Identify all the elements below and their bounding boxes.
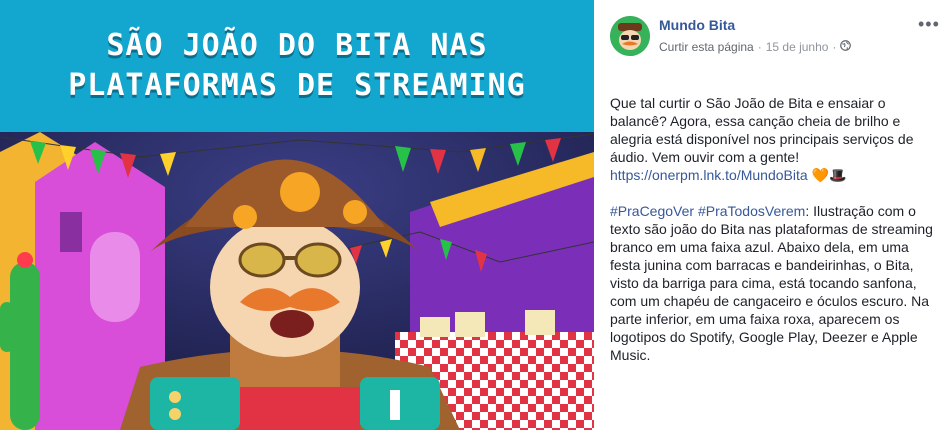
paragraph-2-text: : Ilustração com o texto são joão do Bit… [610,203,933,363]
more-options-icon[interactable]: ••• [918,14,940,35]
paragraph-1-text: Que tal curtir o São João de Bita e ensa… [610,95,914,165]
meta-separator: · [757,40,762,54]
post-date-link[interactable]: 15 de junho [766,40,829,54]
like-page-link[interactable]: Curtir esta página [659,40,754,54]
facebook-post: SÃO JOÃO DO BITA NAS PLATAFORMAS DE STRE… [0,0,952,430]
banner-title-line-2: PLATAFORMAS DE STREAMING [68,68,526,103]
globe-icon[interactable] [840,40,852,54]
onerpm-link[interactable]: https://onerpm.lnk.to/MundoBita [610,167,808,183]
meta-separator-2: · [832,40,837,54]
post-image[interactable]: SÃO JOÃO DO BITA NAS PLATAFORMAS DE STRE… [0,0,594,430]
title-banner: SÃO JOÃO DO BITA NAS PLATAFORMAS DE STRE… [0,0,594,132]
hashtag-pracegover[interactable]: #PraCegoVer [610,203,694,219]
avatar-image [610,16,650,56]
heart-and-hat-emojis: 🧡🎩 [811,167,847,183]
post-body: Que tal curtir o São João de Bita e ensa… [610,94,940,382]
banner-title-line-1: SÃO JOÃO DO BITA NAS [106,28,488,63]
page-name-link[interactable]: Mundo Bita [659,17,735,33]
post-paragraph-1: Que tal curtir o São João de Bita e ensa… [610,94,940,184]
hashtag-pratodosverem[interactable]: #PraTodosVerem [698,203,805,219]
post-meta: Curtir esta página · 15 de junho · [659,40,852,54]
post-paragraph-2: #PraCegoVer #PraTodosVerem: Ilustração c… [610,202,940,364]
page-avatar[interactable] [610,16,650,56]
festa-junina-illustration [0,132,594,430]
